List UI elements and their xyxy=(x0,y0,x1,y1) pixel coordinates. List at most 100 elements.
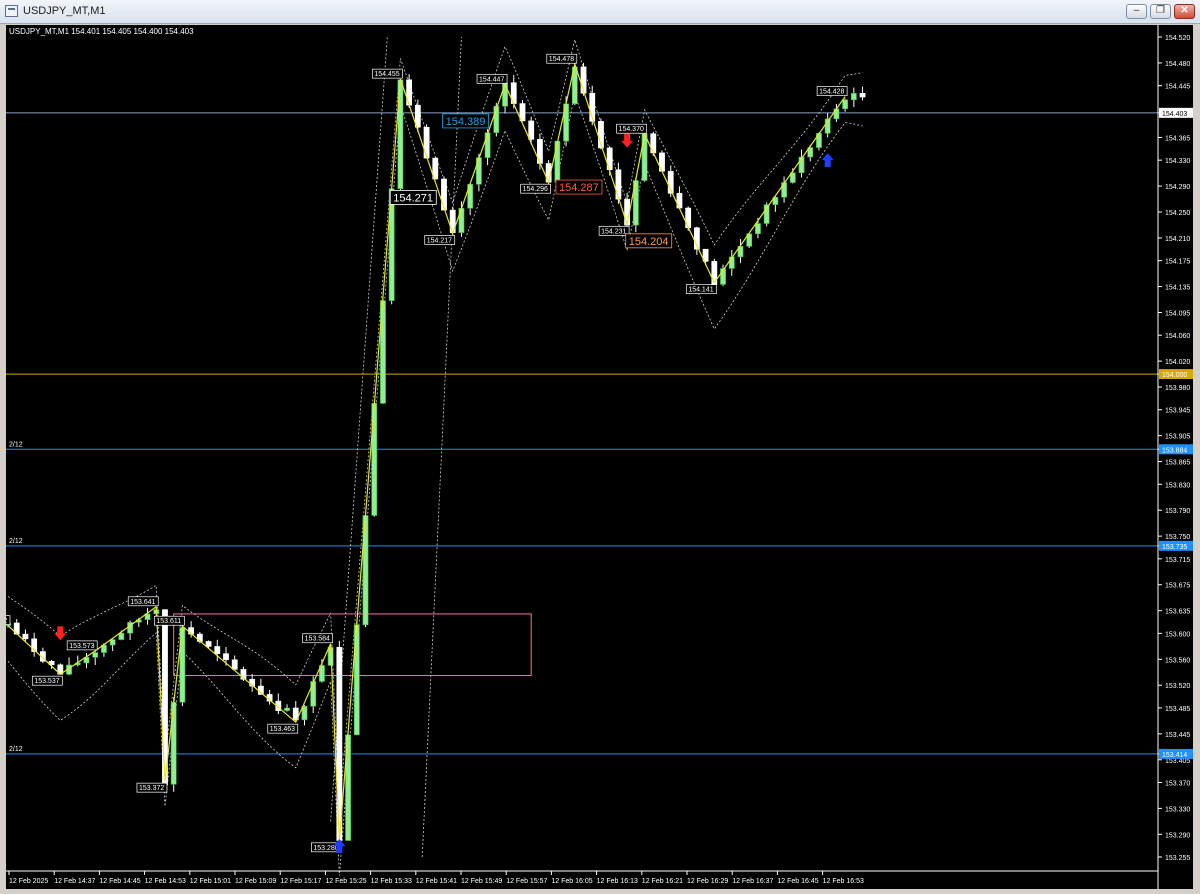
window-titlebar[interactable]: USDJPY_MT,M1 – ❐ ✕ xyxy=(0,0,1200,24)
bull-candle xyxy=(301,705,308,721)
time-tick-label: 12 Feb 15:25 xyxy=(325,878,366,885)
bear-candle xyxy=(859,93,866,98)
close-button[interactable]: ✕ xyxy=(1174,4,1195,19)
upper-band xyxy=(7,38,863,813)
time-tick-label: 12 Feb 16:45 xyxy=(777,878,818,885)
zigzag-price-label: 154.296 xyxy=(523,186,548,193)
time-tick-label: 12 Feb 2025 xyxy=(9,878,48,885)
zigzag-price-label: 153.573 xyxy=(69,643,94,650)
price-tick-label: 153.560 xyxy=(1165,657,1190,664)
zigzag-price-label: 154.141 xyxy=(688,287,713,294)
bear-candle xyxy=(223,653,229,661)
time-tick-label: 12 Feb 16:21 xyxy=(642,878,683,885)
zigzag-price-label: 154.217 xyxy=(427,237,452,244)
bull-candle xyxy=(833,108,840,120)
time-tick-label: 12 Feb 15:09 xyxy=(235,878,276,885)
bull-candle xyxy=(554,140,561,183)
price-tick-label: 154.175 xyxy=(1165,259,1190,266)
lower-band xyxy=(7,92,863,876)
bull-candle xyxy=(371,403,378,516)
price-tick-label: 153.865 xyxy=(1165,460,1190,467)
price-tick-label: 154.290 xyxy=(1165,184,1190,191)
sell-arrow-icon xyxy=(621,133,634,148)
price-level-label: 153.884 xyxy=(1162,447,1187,454)
price-tick-label: 154.020 xyxy=(1165,359,1190,366)
price-tick-label: 153.945 xyxy=(1165,408,1190,415)
buy-arrow-icon xyxy=(821,153,834,168)
zigzag-price-label: 154.231 xyxy=(601,228,626,235)
time-tick-label: 12 Feb 14:37 xyxy=(54,878,95,885)
time-tick-label: 12 Feb 16:05 xyxy=(551,878,592,885)
zigzag-price-label: 153.641 xyxy=(130,599,155,606)
time-tick-label: 12 Feb 15:41 xyxy=(416,878,457,885)
price-tick-label: 153.905 xyxy=(1165,434,1190,441)
price-tick-label: 153.370 xyxy=(1165,780,1190,787)
level-date-tag: 2/12 xyxy=(9,441,23,448)
sell-arrow-icon xyxy=(54,626,67,641)
price-tick-label: 154.365 xyxy=(1165,135,1190,142)
price-tick-label: 153.290 xyxy=(1165,832,1190,839)
price-tick-label: 154.135 xyxy=(1165,285,1190,292)
signal-price-label: 154.389 xyxy=(446,116,486,128)
price-tick-label: 154.095 xyxy=(1165,310,1190,317)
price-tick-label: 154.250 xyxy=(1165,210,1190,217)
zigzag-price-label: 154.478 xyxy=(549,56,574,63)
window-title: USDJPY_MT,M1 xyxy=(23,5,106,17)
signal-price-label: 154.204 xyxy=(629,236,669,248)
bull-candle xyxy=(284,707,290,711)
price-tick-label: 153.600 xyxy=(1165,631,1190,638)
zigzag-price-label: 154.447 xyxy=(479,76,504,83)
signal-price-label: 154.287 xyxy=(559,182,599,194)
bull-candle xyxy=(850,93,857,101)
zigzag-price-label: 154.428 xyxy=(819,89,844,96)
time-tick-label: 12 Feb 16:29 xyxy=(687,878,728,885)
bear-candle xyxy=(214,646,221,654)
time-tick-label: 12 Feb 16:37 xyxy=(732,878,773,885)
bear-candle xyxy=(22,633,29,640)
price-tick-label: 153.790 xyxy=(1165,508,1190,515)
zigzag-line xyxy=(7,61,846,841)
bear-candle xyxy=(441,178,447,211)
bull-candle xyxy=(118,632,125,640)
minimize-button[interactable]: – xyxy=(1126,4,1147,19)
price-chart[interactable]: 2/12 2/12 2/12 153.612 153.537 153.573 153.64… xyxy=(6,25,1193,889)
chart-header: USDJPY_MT,M1 154.401 154.405 154.400 154… xyxy=(9,27,194,36)
bull-candle xyxy=(310,681,317,707)
bull-candle xyxy=(842,99,849,110)
price-tick-label: 154.520 xyxy=(1165,35,1190,42)
price-level-label: 153.735 xyxy=(1162,544,1187,551)
time-tick-label: 12 Feb 15:01 xyxy=(190,878,231,885)
level-date-tag: 2/12 xyxy=(9,746,23,753)
price-tick-label: 153.485 xyxy=(1165,706,1190,713)
price-tick-label: 153.830 xyxy=(1165,482,1190,489)
bull-candle xyxy=(484,132,491,158)
price-tick-label: 153.750 xyxy=(1165,534,1190,541)
time-tick-label: 12 Feb 16:13 xyxy=(597,878,638,885)
time-tick-label: 12 Feb 15:49 xyxy=(461,878,502,885)
time-tick-label: 12 Feb 16:53 xyxy=(823,878,864,885)
bull-candle xyxy=(92,652,99,658)
price-tick-label: 154.060 xyxy=(1165,333,1190,340)
signal-price-label: 154.271 xyxy=(393,192,433,204)
price-tick-label: 153.980 xyxy=(1165,385,1190,392)
price-tick-label: 154.210 xyxy=(1165,236,1190,243)
zigzag-price-label: 153.584 xyxy=(305,636,330,643)
time-tick-label: 12 Feb 15:17 xyxy=(280,878,321,885)
zigzag-price-label: 153.372 xyxy=(139,785,164,792)
restore-button[interactable]: ❐ xyxy=(1150,4,1171,19)
price-tick-label: 154.445 xyxy=(1165,84,1190,91)
chart-window-icon xyxy=(5,5,18,17)
time-tick-label: 12 Feb 14:53 xyxy=(145,878,186,885)
zigzag-price-label: 153.463 xyxy=(270,726,295,733)
price-tick-label: 154.330 xyxy=(1165,158,1190,165)
bear-candle xyxy=(231,659,238,670)
time-tick-label: 12 Feb 15:33 xyxy=(371,878,412,885)
bear-candle xyxy=(205,641,212,647)
price-level-label: 154.000 xyxy=(1162,372,1187,379)
price-tick-label: 153.715 xyxy=(1165,557,1190,564)
zigzag-price-label: 153.611 xyxy=(156,618,181,625)
range-box xyxy=(173,613,532,676)
price-tick-label: 153.255 xyxy=(1165,855,1190,862)
level-date-tag: 2/12 xyxy=(9,538,23,545)
zigzag-price-label: 153.537 xyxy=(34,678,59,685)
